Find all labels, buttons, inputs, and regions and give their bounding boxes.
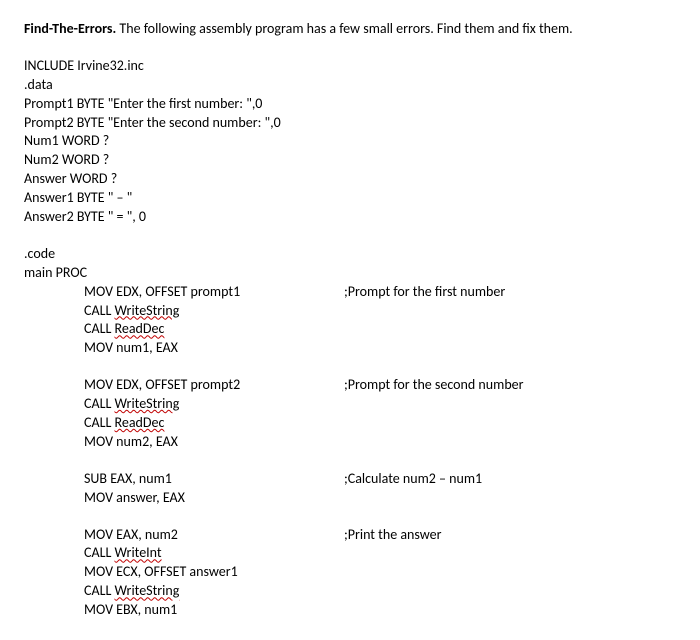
code-line: Num1 WORD ? — [24, 132, 676, 151]
code-line: Prompt2 BYTE "Enter the second number: "… — [24, 114, 676, 133]
error-underline: WriteString — [115, 302, 180, 319]
instruction-prefix: CALL — [84, 414, 115, 431]
code-line: MOV num2, EAX — [84, 433, 676, 452]
code-line: Num2 WORD ? — [24, 151, 676, 170]
code-line: MOV EDX, OFFSET prompt1 ;Prompt for the … — [84, 283, 676, 302]
code-block-3: SUB EAX, num1 ;Calculate num2 – num1 MOV… — [24, 470, 676, 508]
instruction: SUB EAX, num1 — [84, 470, 344, 489]
error-underline: ReadDec — [115, 414, 165, 431]
code-line: Prompt1 BYTE "Enter the first number: ",… — [24, 95, 676, 114]
code-line: .data — [24, 76, 676, 95]
code-line: INCLUDE Irvine32.inc — [24, 57, 676, 76]
code-line: CALL WriteString — [84, 302, 676, 321]
instruction-prefix: CALL — [84, 544, 115, 561]
error-underline: WriteInt — [115, 544, 162, 561]
code-label: .code — [24, 245, 676, 264]
instruction: MOV EDX, OFFSET prompt2 — [84, 376, 344, 395]
data-section: INCLUDE Irvine32.inc .data Prompt1 BYTE … — [24, 57, 676, 227]
code-line: MOV num1, EAX — [84, 339, 676, 358]
instruction: MOV EDX, OFFSET prompt1 — [84, 283, 344, 302]
instruction-prefix: CALL — [84, 320, 115, 337]
code-line: Answer2 BYTE " = ", 0 — [24, 208, 676, 227]
instruction-prefix: CALL — [84, 582, 115, 599]
code-line: Answer WORD ? — [24, 170, 676, 189]
code-line: CALL WriteInt — [84, 544, 676, 563]
code-line: MOV answer, EAX — [84, 489, 676, 508]
comment: ;Calculate num2 – num1 — [344, 470, 482, 489]
code-line: MOV EBX, num1 — [84, 601, 676, 620]
error-underline: WriteString — [115, 395, 180, 412]
code-line: MOV ECX, OFFSET answer1 — [84, 563, 676, 582]
code-line: Answer1 BYTE " – " — [24, 189, 676, 208]
problem-title: Find-The-Errors. The following assembly … — [24, 20, 676, 39]
instruction-prefix: CALL — [84, 302, 115, 319]
code-section: .code main PROC MOV EDX, OFFSET prompt1 … — [24, 245, 676, 620]
code-line: MOV EAX, num2 ;Print the answer — [84, 526, 676, 545]
error-underline: ReadDec — [115, 320, 165, 337]
comment: ;Prompt for the first number — [344, 283, 505, 302]
code-line: CALL ReadDec — [84, 414, 676, 433]
comment: ;Prompt for the second number — [344, 376, 524, 395]
title-bold: Find-The-Errors. — [24, 20, 116, 37]
main-proc-label: main PROC — [24, 264, 676, 283]
code-line: SUB EAX, num1 ;Calculate num2 – num1 — [84, 470, 676, 489]
code-block-2: MOV EDX, OFFSET prompt2 ;Prompt for the … — [24, 376, 676, 452]
code-line: MOV EDX, OFFSET prompt2 ;Prompt for the … — [84, 376, 676, 395]
instruction-prefix: CALL — [84, 395, 115, 412]
code-line: CALL WriteString — [84, 582, 676, 601]
error-underline: WriteString — [115, 582, 180, 599]
comment: ;Print the answer — [344, 526, 442, 545]
code-line: CALL ReadDec — [84, 320, 676, 339]
code-block-4: MOV EAX, num2 ;Print the answer CALL Wri… — [24, 526, 676, 620]
instruction: MOV EAX, num2 — [84, 526, 344, 545]
title-rest: The following assembly program has a few… — [116, 20, 572, 37]
code-block-1: MOV EDX, OFFSET prompt1 ;Prompt for the … — [24, 283, 676, 359]
code-line: CALL WriteString — [84, 395, 676, 414]
